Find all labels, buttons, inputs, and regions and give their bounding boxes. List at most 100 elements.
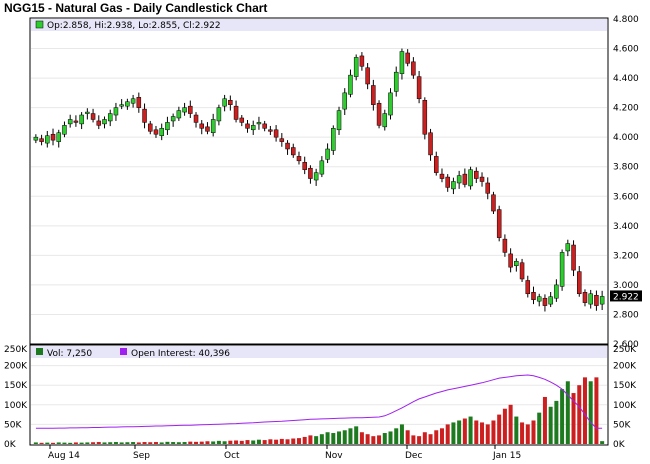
volume-bar [577, 385, 582, 444]
volume-bar [314, 436, 319, 444]
volume-bar [222, 441, 227, 444]
volume-bar [125, 442, 130, 444]
volume-bar [131, 442, 136, 444]
volume-bar [39, 442, 44, 444]
volume-bar [262, 440, 267, 444]
volume-bar [119, 442, 124, 444]
price-tick-label: 3.800 [613, 163, 639, 173]
volume-bar [211, 441, 216, 444]
candle [491, 191, 496, 214]
candle [376, 100, 382, 129]
volume-bar [285, 439, 290, 444]
natural-gas-candlestick-chart: NGG15 - Natural Gas - Daily Candlestick … [4, 1, 642, 461]
volume-bar [291, 438, 296, 444]
volume-bar [45, 442, 50, 444]
volume-bar [399, 424, 404, 444]
volume-tick-label-right: 200K [613, 362, 637, 372]
volume-bar [537, 412, 542, 444]
volume-bar [102, 442, 107, 444]
volume-bar [354, 426, 359, 444]
volume-bar [428, 434, 433, 444]
candle [353, 54, 359, 81]
volume-bar [520, 422, 525, 444]
volume-bar [279, 438, 284, 444]
volume-bar [96, 442, 101, 444]
last-price-marker: 2.922 [610, 290, 642, 302]
date-tick-label: Aug 14 [48, 451, 80, 461]
volume-bar [525, 424, 530, 444]
price-tick-label: 4.600 [613, 45, 639, 55]
volume-bar [234, 440, 239, 444]
price-tick-label: 3.200 [613, 251, 639, 261]
volume-legend-label: Vol: 7,250 [47, 349, 92, 359]
volume-bar [205, 441, 210, 444]
volume-bar [79, 442, 84, 444]
candle [388, 88, 393, 120]
volume-bar [159, 442, 164, 444]
volume-bar [359, 432, 364, 444]
volume-bar [68, 442, 73, 444]
volume-bar [245, 440, 250, 444]
date-tick-label: Dec [405, 451, 422, 461]
price-tick-label: 3.400 [613, 222, 639, 232]
date-tick-label: Sep [133, 451, 150, 461]
volume-bar [417, 436, 422, 444]
price-tick-label: 4.400 [613, 74, 639, 84]
ohlc-readout: Op:2.858, Hi:2.938, Lo:2.855, Cl:2.922 [47, 21, 221, 31]
candle [331, 125, 336, 155]
open-interest-legend-label: Open Interest: 40,396 [131, 349, 230, 359]
volume-bar [434, 430, 439, 444]
price-tick-label: 3.000 [613, 281, 639, 291]
volume-tick-label-right: 0K [613, 440, 626, 450]
volume-bar [462, 418, 467, 444]
volume-bar [451, 422, 456, 444]
volume-bar [371, 436, 376, 444]
volume-tick-label-left: 0K [4, 440, 17, 450]
volume-bar [388, 431, 393, 444]
volume-bar [308, 435, 313, 444]
volume-legend-swatch [36, 348, 43, 355]
volume-bar [302, 436, 307, 444]
volume-bar [405, 430, 410, 444]
volume-tick-label-right: 100K [613, 401, 637, 411]
volume-bar [502, 408, 507, 444]
volume-bar [188, 441, 193, 444]
volume-bar [148, 442, 153, 444]
volume-bar [588, 381, 593, 444]
volume-bar [33, 442, 38, 444]
date-axis-ticks: Aug 14 Sep Oct Nov Dec Jan 15 [48, 445, 521, 461]
volume-tick-label-right: 150K [613, 381, 637, 391]
price-tick-label: 4.000 [613, 133, 639, 143]
price-tick-label: 4.200 [613, 104, 639, 114]
price-tick-label: 2.800 [613, 310, 639, 320]
volume-bar [382, 433, 387, 444]
volume-tick-label-right: 50K [613, 420, 631, 430]
candle [422, 97, 428, 140]
volume-bar [182, 442, 187, 444]
volume-bar [594, 377, 599, 444]
open-interest-legend-swatch [120, 348, 127, 355]
volume-bar [554, 400, 559, 444]
volume-bar [337, 431, 342, 444]
volume-bar [531, 420, 536, 444]
volume-bar [560, 389, 565, 444]
volume-bar [485, 424, 490, 444]
volume-bar [565, 381, 570, 444]
volume-bar [256, 439, 261, 444]
volume-bar [348, 428, 353, 444]
volume-bar [319, 434, 324, 444]
price-panel [29, 17, 609, 345]
candle-legend-swatch [35, 20, 44, 29]
candle [559, 249, 565, 291]
volume-tick-label-right: 250K [613, 345, 637, 355]
price-tick-label: 4.800 [613, 15, 639, 25]
candle [496, 205, 502, 242]
volume-bar [468, 416, 473, 444]
volume-bar [62, 442, 67, 444]
volume-bar [153, 442, 158, 444]
volume-bar [474, 420, 479, 444]
date-tick-label: Nov [325, 451, 343, 461]
volume-bar [216, 440, 221, 444]
volume-bar [91, 442, 96, 444]
volume-bar [491, 420, 496, 444]
